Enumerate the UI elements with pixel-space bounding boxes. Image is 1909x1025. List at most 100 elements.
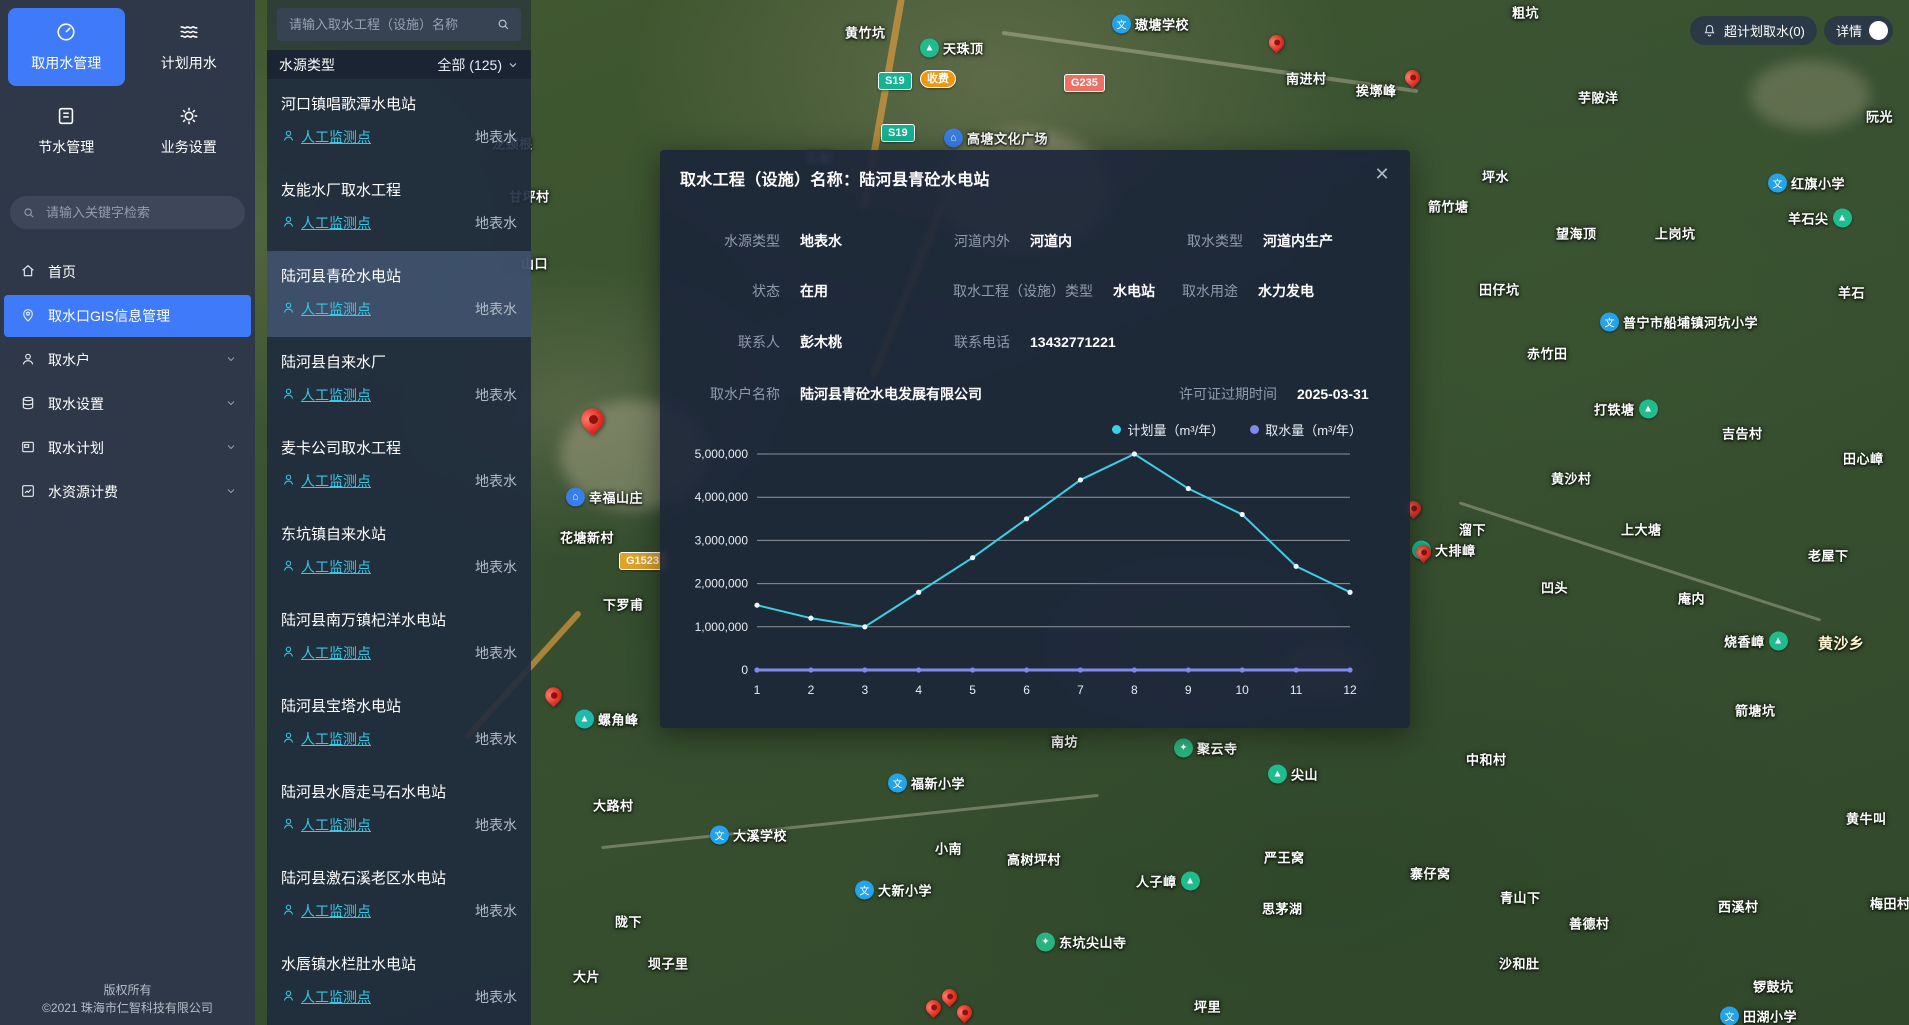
map-label-text: 坪里 [1194,997,1221,1016]
pin-center [1408,73,1416,81]
road-shield: S19 [878,72,912,90]
water-type-label: 地表水 [475,901,517,921]
alarm-bell-icon [1702,23,1717,38]
list-item[interactable]: 陆河县自来水厂人工监测点地表水 [267,337,531,423]
close-icon[interactable]: ✕ [1370,162,1394,186]
red-pin-marker[interactable] [1266,32,1287,53]
list-item[interactable]: 河口镇唱歌潭水电站人工监测点地表水 [267,79,531,165]
map-label-text: 南坊 [1051,732,1078,751]
modal-title: 取水工程（设施）名称：陆河县青砼水电站 [660,150,1410,190]
module-tile-label: 节水管理 [38,137,94,157]
map-label-text: 上大塘 [1621,520,1662,539]
monitor-link[interactable]: 人工监测点 [281,815,371,835]
module-tile-waves[interactable]: 计划用水 [131,8,248,86]
over-plan-alarm-button[interactable]: 超计划取水(0) [1690,16,1817,45]
map-label: 黄竹坑 [845,23,886,42]
sidebar-item-bill[interactable]: 水资源计费 [4,471,251,513]
list-item[interactable]: 陆河县青砼水电站人工监测点地表水 [267,251,531,337]
map-label: 小南 [935,839,962,858]
map-label-text: 坝子里 [648,954,689,973]
sidebar-search[interactable] [10,196,245,229]
sidebar-item-db[interactable]: 取水设置 [4,383,251,425]
red-pin-marker[interactable] [542,683,565,706]
map-label: 梅田村 [1870,894,1909,913]
module-tile-gauge[interactable]: 取用水管理 [8,8,125,86]
sidebar-search-input[interactable] [44,204,233,221]
legend-item: 计划量（m³/年） [1112,420,1224,439]
module-tile-notebook[interactable]: 节水管理 [8,92,125,170]
road-shield: S19 [881,124,915,142]
red-pin-marker[interactable] [939,986,960,1007]
list-item[interactable]: 陆河县激石溪老区水电站人工监测点地表水 [267,853,531,939]
monitor-link[interactable]: 人工监测点 [281,299,371,319]
map-label: 锣鼓坑 [1753,977,1794,996]
station-search[interactable] [277,8,521,41]
person-icon [281,644,296,662]
sidebar-item-plan[interactable]: 取水计划 [4,427,251,469]
chevron-down-icon[interactable] [225,352,237,368]
monitor-link[interactable]: 人工监测点 [281,471,371,491]
red-pin-marker[interactable] [923,997,944,1018]
station-name: 麦卡公司取水工程 [281,437,517,458]
monitor-link[interactable]: 人工监测点 [281,729,371,749]
pin-center [1409,504,1417,512]
monitor-link[interactable]: 人工监测点 [281,901,371,921]
map-label: 田仔坑 [1479,280,1520,299]
map-label: 田心嶂 [1843,449,1884,468]
station-meta-row: 人工监测点 地表水 [281,127,517,147]
map-label-text: 天珠顶 [943,39,984,58]
sidebar-item-label: 取水设置 [48,394,104,414]
filter-dropdown[interactable]: 全部 (125) [437,55,519,75]
list-item[interactable]: 东坑镇自来水站人工监测点地表水 [267,509,531,595]
list-item[interactable]: 友能水厂取水工程人工监测点地表水 [267,165,531,251]
monitor-link[interactable]: 人工监测点 [281,987,371,1007]
chevron-down-icon[interactable] [225,396,237,412]
monitor-link[interactable]: 人工监测点 [281,213,371,233]
map-label: 黄沙村 [1551,469,1592,488]
map-label-text: 尖山 [1291,765,1318,784]
mountain-icon: ▲ [1268,765,1287,784]
chevron-down-icon [507,59,519,71]
red-pin-marker[interactable] [1402,67,1423,88]
sidebar-item-home[interactable]: 首页 [4,251,251,293]
map-label: 思茅湖 [1262,899,1303,918]
school-icon: 文 [710,826,729,845]
map-label-text: 阮光 [1866,107,1893,126]
sidebar-item-user[interactable]: 取水户 [4,339,251,381]
map-label: 挨墎峰 [1356,81,1397,100]
detail-toggle[interactable]: 详情 [1824,16,1893,45]
list-item[interactable]: 麦卡公司取水工程人工监测点地表水 [267,423,531,509]
list-item[interactable]: 陆河县宝塔水电站人工监测点地表水 [267,681,531,767]
monitor-link[interactable]: 人工监测点 [281,643,371,663]
list-item[interactable]: 水唇镇水栏肚水电站人工监测点地表水 [267,939,531,1025]
map-label: 烧香嶂▲ [1724,632,1788,651]
svg-text:1: 1 [754,683,761,697]
monitor-link[interactable]: 人工监测点 [281,557,371,577]
monitor-link[interactable]: 人工监测点 [281,385,371,405]
chevron-down-icon[interactable] [225,484,237,500]
toggle-knob[interactable] [1869,21,1888,40]
monitor-link[interactable]: 人工监测点 [281,127,371,147]
sidebar-item-pin[interactable]: 取水口GIS信息管理 [4,295,251,337]
map-label: 羊石尖▲ [1788,209,1852,228]
legend-label: 取水量（m³/年） [1265,420,1362,439]
station-name: 陆河县水唇走马石水电站 [281,781,517,802]
list-item[interactable]: 陆河县水唇走马石水电站人工监测点地表水 [267,767,531,853]
red-pin-marker[interactable] [954,1002,975,1023]
station-search-input[interactable] [287,16,490,33]
person-icon [281,816,296,834]
station-list[interactable]: 河口镇唱歌潭水电站人工监测点地表水友能水厂取水工程人工监测点地表水陆河县青砼水电… [267,79,531,1025]
water-source-filter: 水源类型 全部 (125) [267,50,531,79]
module-tile-gear[interactable]: 业务设置 [131,92,248,170]
water-type-label: 地表水 [475,127,517,147]
field-value: 2025-03-31 [1297,385,1369,403]
chevron-down-icon[interactable] [225,440,237,456]
map-label: 中和村 [1466,750,1507,769]
field-value: 在用 [800,282,828,300]
db-icon [20,395,36,414]
list-item[interactable]: 陆河县南万镇杞洋水电站人工监测点地表水 [267,595,531,681]
waves-icon [178,21,200,46]
legend-label: 计划量（m³/年） [1127,420,1224,439]
map-label: 吉告村 [1722,424,1763,443]
water-type-label: 地表水 [475,729,517,749]
